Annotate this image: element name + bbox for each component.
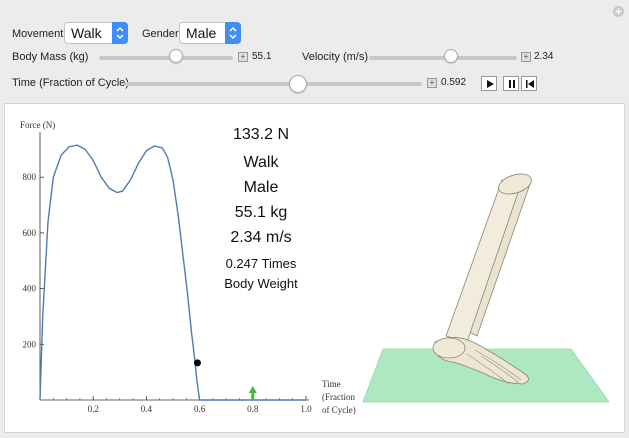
time-slider-thumb[interactable] xyxy=(289,75,307,93)
time-slider-track[interactable] xyxy=(124,82,422,86)
velocity-value: 2.34 xyxy=(534,51,554,62)
chart-xlabel-line1: Time xyxy=(322,379,341,389)
velocity-readout: 2.34 m/s xyxy=(230,229,292,246)
y-tick-label: 200 xyxy=(23,339,37,349)
body-weight-line2: Body Weight xyxy=(224,276,298,291)
ankle-joint xyxy=(432,337,466,359)
time-value: 0.592 xyxy=(441,77,467,88)
time-expand-icon[interactable]: + xyxy=(427,78,437,88)
x-tick-label: 0.4 xyxy=(141,404,153,414)
chevron-updown-icon xyxy=(112,22,128,44)
chart-ylabel: Force (N) xyxy=(20,120,55,130)
body-mass-slider-track[interactable] xyxy=(99,56,233,60)
movement-select[interactable]: Walk xyxy=(64,22,128,44)
leg-bone-illustration xyxy=(362,173,610,403)
chevron-updown-icon xyxy=(225,22,241,44)
body-mass-expand-icon[interactable]: + xyxy=(238,52,248,62)
velocity-expand-icon[interactable]: + xyxy=(521,52,531,62)
y-tick-label: 800 xyxy=(23,172,37,182)
play-icon xyxy=(487,80,494,88)
gender-label: Gender xyxy=(142,28,179,40)
body-mass-slider-thumb[interactable] xyxy=(169,49,183,63)
x-tick-label: 0.8 xyxy=(247,404,259,414)
pause-button[interactable] xyxy=(503,76,519,91)
gender-readout: Male xyxy=(243,179,279,196)
y-tick-label: 400 xyxy=(23,284,37,294)
output-panel: Force (N) 200 400 600 800 0.2 0.4 0.6 0.8 1.0 T… xyxy=(4,103,625,433)
options-plus-icon[interactable] xyxy=(613,6,624,17)
y-tick-label: 600 xyxy=(23,228,37,238)
current-force-point[interactable] xyxy=(193,359,201,367)
play-button[interactable] xyxy=(481,76,497,91)
velocity-slider-track[interactable] xyxy=(369,56,517,60)
skip-back-icon xyxy=(526,80,534,88)
chart-xlabel-line3: of Cycle) xyxy=(322,405,356,415)
mass-readout: 55.1 kg xyxy=(234,204,288,221)
movement-value: Walk xyxy=(71,25,102,41)
force-readout: 133.2 N xyxy=(232,126,290,142)
chart-xlabel-line2: (Fraction xyxy=(322,392,355,402)
body-weight-line1: 0.247 Times xyxy=(225,256,297,271)
velocity-label: Velocity (m/s) xyxy=(302,51,369,63)
time-marker-arrow xyxy=(248,386,257,400)
x-tick-label: 0.2 xyxy=(88,404,99,414)
x-tick-label: 0.6 xyxy=(194,404,206,414)
x-tick-label: 1.0 xyxy=(300,404,312,414)
gender-value: Male xyxy=(186,25,217,41)
pause-icon xyxy=(509,80,515,88)
movement-label: Movement xyxy=(12,28,64,40)
velocity-slider-thumb[interactable] xyxy=(444,49,458,63)
gender-select[interactable]: Male xyxy=(179,22,241,44)
reset-button[interactable] xyxy=(521,76,537,91)
body-mass-label: Body Mass (kg) xyxy=(12,51,89,63)
body-mass-value: 55.1 xyxy=(252,51,272,62)
movement-readout: Walk xyxy=(243,154,279,171)
time-label: Time (Fraction of Cycle) xyxy=(12,77,129,89)
